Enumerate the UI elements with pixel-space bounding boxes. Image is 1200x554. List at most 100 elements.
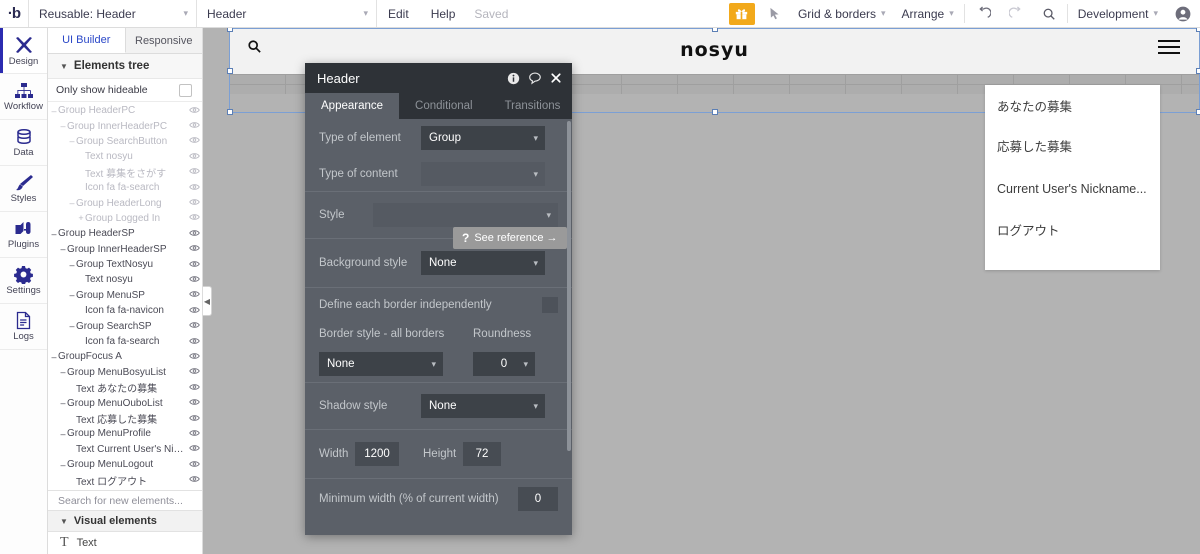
tree-item[interactable]: – Group MenuProfile (48, 426, 202, 441)
tree-item[interactable]: – Group MenuLogout (48, 457, 202, 472)
eye-icon[interactable] (186, 167, 202, 177)
eye-icon[interactable] (186, 321, 202, 331)
gift-icon[interactable] (728, 2, 755, 25)
hamburger-icon[interactable] (1158, 40, 1180, 55)
bubble-logo[interactable]: ·b (0, 0, 28, 27)
eye-icon[interactable] (186, 352, 202, 362)
eye-icon[interactable] (186, 444, 202, 454)
help-menu[interactable]: Help (420, 0, 467, 27)
collapse-icon[interactable]: – (50, 106, 58, 116)
tree-item[interactable]: – Group SearchButton (48, 134, 202, 149)
tree-item[interactable]: – Group HeaderPC (48, 103, 202, 118)
eye-icon[interactable] (186, 152, 202, 162)
min-width-input[interactable]: 0 (518, 487, 558, 511)
sidebar-item-data[interactable]: Data (0, 120, 47, 166)
eye-icon[interactable] (186, 244, 202, 254)
menu-item-logout[interactable]: ログアウト (985, 209, 1160, 249)
tree-item[interactable]: Text 募集をさがす (48, 165, 202, 180)
edit-menu[interactable]: Edit (376, 0, 420, 27)
shadow-style-select[interactable]: None ▾ (421, 394, 545, 418)
collapse-icon[interactable]: – (68, 136, 76, 146)
tree-item[interactable]: Text あなたの募集 (48, 380, 202, 395)
tab-appearance[interactable]: Appearance (305, 93, 400, 119)
type-of-element-select[interactable]: Group ▾ (421, 126, 545, 150)
tree-item[interactable]: Text 応募した募集 (48, 411, 202, 426)
sidebar-item-logs[interactable]: Logs (0, 304, 47, 350)
eye-icon[interactable] (186, 106, 202, 116)
tree-item[interactable]: – Group MenuOuboList (48, 395, 202, 410)
sidebar-item-design[interactable]: Design (0, 28, 47, 74)
collapse-icon[interactable]: – (59, 398, 67, 408)
elements-tree-header[interactable]: ▼ Elements tree (48, 54, 202, 79)
eye-icon[interactable] (186, 398, 202, 408)
element-properties-dialog[interactable]: Header Appearance Conditional Transition… (305, 63, 572, 535)
eye-icon[interactable] (186, 198, 202, 208)
tab-conditional[interactable]: Conditional (399, 93, 489, 119)
comment-icon[interactable] (528, 71, 542, 85)
tree-item[interactable]: – Group MenuSP (48, 288, 202, 303)
eye-icon[interactable] (186, 290, 202, 300)
dialog-scrollbar[interactable] (567, 121, 571, 451)
collapse-icon[interactable]: – (50, 229, 58, 239)
tree-item[interactable]: Text nosyu (48, 149, 202, 164)
eye-icon[interactable] (186, 275, 202, 285)
tree-item[interactable]: – Group HeaderSP (48, 226, 202, 241)
tree-item[interactable]: – Group InnerHeaderPC (48, 118, 202, 133)
tree-item[interactable]: Icon fa fa-navicon (48, 303, 202, 318)
eye-icon[interactable] (186, 475, 202, 485)
collapse-icon[interactable]: – (68, 260, 76, 270)
only-show-hideable-row[interactable]: Only show hideable (48, 79, 202, 102)
background-style-select[interactable]: None ▾ (421, 251, 545, 275)
tree-item[interactable]: – Group TextNosyu (48, 257, 202, 272)
sidebar-item-settings[interactable]: Settings (0, 258, 47, 304)
pointer-icon[interactable] (759, 0, 790, 27)
eye-icon[interactable] (186, 429, 202, 439)
redo-icon[interactable] (1000, 0, 1033, 27)
tab-ui-builder[interactable]: UI Builder (48, 28, 126, 53)
collapse-icon[interactable]: – (59, 367, 67, 377)
define-borders-checkbox[interactable] (542, 297, 558, 313)
collapse-icon[interactable]: – (68, 321, 76, 331)
eye-icon[interactable] (186, 306, 202, 316)
tab-transitions[interactable]: Transitions (489, 93, 577, 119)
roundness-select[interactable]: 0 ▾ (473, 352, 535, 376)
menu-item-profile[interactable]: Current User's Nickname... (985, 169, 1160, 209)
tree-item[interactable]: – GroupFocus A (48, 349, 202, 364)
dialog-titlebar[interactable]: Header (305, 63, 572, 93)
collapse-icon[interactable]: – (68, 290, 76, 300)
eye-icon[interactable] (186, 460, 202, 470)
tree-item[interactable]: Text nosyu (48, 272, 202, 287)
new-element-search[interactable]: Search for new elements... (48, 490, 202, 511)
app-page-select[interactable]: Reusable: Header ▾ (28, 0, 196, 27)
type-of-content-select[interactable]: ▾ (421, 162, 545, 186)
eye-icon[interactable] (186, 260, 202, 270)
elements-tree-list[interactable]: – Group HeaderPC – Group InnerHeaderPC – Grou… (48, 102, 202, 490)
eye-icon[interactable] (186, 213, 202, 223)
only-show-hideable-checkbox[interactable] (179, 83, 192, 97)
width-input[interactable]: 1200 (355, 442, 399, 466)
eye-icon[interactable] (186, 414, 202, 424)
eye-icon[interactable] (186, 229, 202, 239)
tree-item[interactable]: Text ログアウト (48, 472, 202, 488)
sidebar-item-styles[interactable]: Styles (0, 166, 47, 212)
eye-icon[interactable] (186, 367, 202, 377)
collapse-panel-icon[interactable]: ◀ (203, 286, 212, 316)
sidebar-item-plugins[interactable]: Plugins (0, 212, 47, 258)
eye-icon[interactable] (186, 183, 202, 193)
arrange-menu[interactable]: Arrange ▾ (894, 0, 962, 27)
collapse-icon[interactable]: – (59, 429, 67, 439)
version-menu[interactable]: Development ▾ (1070, 0, 1166, 27)
user-dropdown-menu[interactable]: あなたの募集 応募した募集 Current User's Nickname...… (985, 85, 1160, 270)
grid-borders-menu[interactable]: Grid & borders ▾ (790, 0, 894, 27)
expand-icon[interactable]: + (77, 213, 85, 223)
sidebar-item-workflow[interactable]: Workflow (0, 74, 47, 120)
collapse-icon[interactable]: – (50, 352, 58, 362)
info-icon[interactable] (507, 72, 520, 85)
tab-responsive[interactable]: Responsive (125, 28, 202, 53)
eye-icon[interactable] (186, 337, 202, 347)
close-icon[interactable] (550, 72, 562, 84)
collapse-icon[interactable]: – (59, 244, 67, 254)
eye-icon[interactable] (186, 136, 202, 146)
tree-item[interactable]: – Group MenuBosyuList (48, 365, 202, 380)
height-input[interactable]: 72 (463, 442, 501, 466)
